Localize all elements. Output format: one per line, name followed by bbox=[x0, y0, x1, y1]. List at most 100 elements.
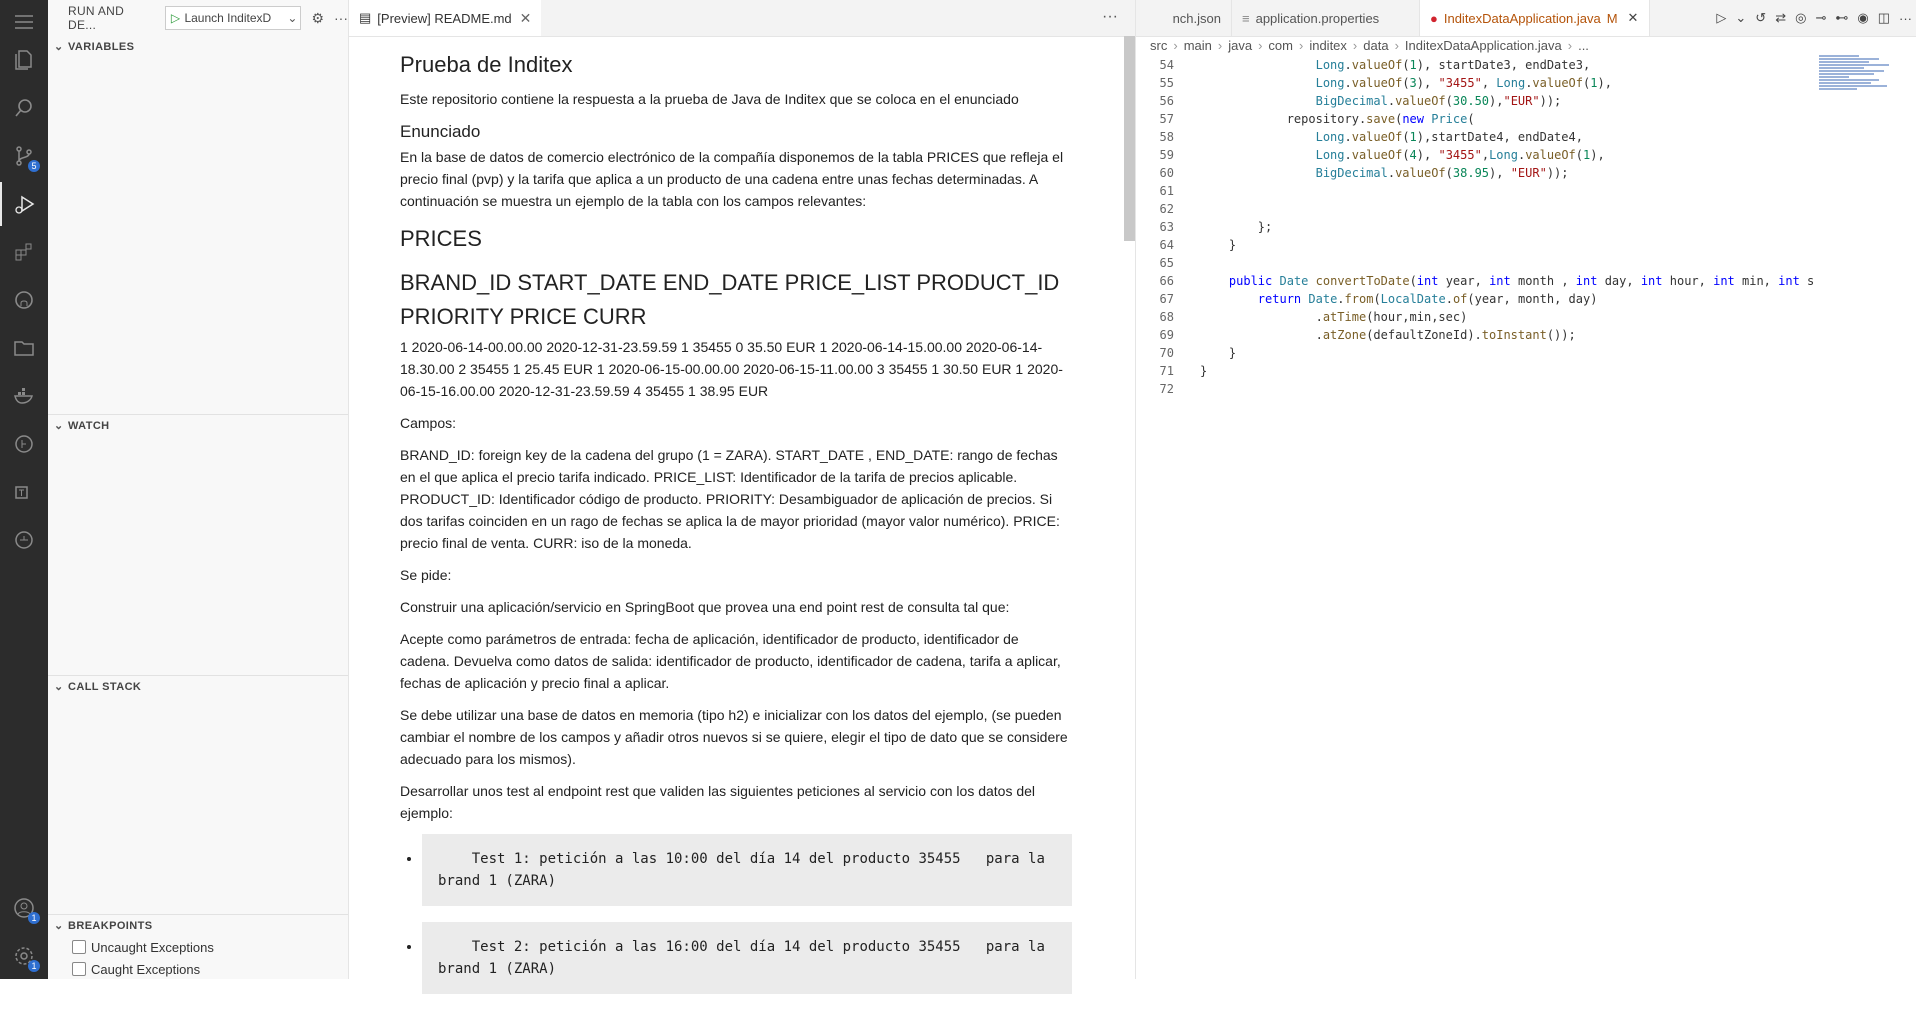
code-line[interactable]: 71} bbox=[1136, 362, 1916, 380]
code-editor-pane: nch.json ≡ application.properties ● Indi… bbox=[1136, 0, 1916, 979]
breadcrumb-separator: › bbox=[1352, 38, 1358, 53]
code-line[interactable]: 61 bbox=[1136, 182, 1916, 200]
code-line[interactable]: 60 BigDecimal.valueOf(38.95), "EUR")); bbox=[1136, 164, 1916, 182]
gear-icon[interactable]: 1 bbox=[0, 934, 48, 978]
github-icon[interactable] bbox=[0, 278, 48, 322]
source-control-icon[interactable]: 5 bbox=[0, 134, 48, 178]
play-icon[interactable]: ▷ bbox=[166, 11, 184, 25]
code-line[interactable]: 57 repository.save(new Price( bbox=[1136, 110, 1916, 128]
code-block: Test 2: petición a las 16:00 del día 14 … bbox=[422, 922, 1072, 994]
paragraph: Acepte como parámetros de entrada: fecha… bbox=[400, 631, 1061, 691]
run-icon[interactable]: ▷ bbox=[1716, 10, 1726, 26]
breadcrumb-item[interactable]: java bbox=[1228, 38, 1252, 53]
compare-icon[interactable]: ⇄ bbox=[1775, 10, 1786, 26]
code-line[interactable]: 55 Long.valueOf(3), "3455", Long.valueOf… bbox=[1136, 74, 1916, 92]
settings-badge: 1 bbox=[28, 960, 40, 972]
scrollbar[interactable] bbox=[1124, 36, 1135, 241]
checkbox[interactable] bbox=[72, 940, 86, 954]
code-line[interactable]: 70 } bbox=[1136, 344, 1916, 362]
docker-icon[interactable] bbox=[0, 374, 48, 418]
code-line[interactable]: 56 BigDecimal.valueOf(30.50),"EUR")); bbox=[1136, 92, 1916, 110]
code-line[interactable]: 63 }; bbox=[1136, 218, 1916, 236]
code-text: } bbox=[1200, 346, 1237, 360]
code-text: BigDecimal.valueOf(38.95), "EUR")); bbox=[1315, 166, 1569, 180]
git-previous-icon[interactable]: ⊸ bbox=[1815, 10, 1826, 26]
line-number: 64 bbox=[1159, 238, 1174, 252]
line-number: 57 bbox=[1159, 112, 1174, 126]
gear-icon[interactable]: ⚙ bbox=[311, 10, 324, 27]
code-line[interactable]: 69 .atZone(defaultZoneId).toInstant()); bbox=[1136, 326, 1916, 344]
close-icon[interactable]: ✕ bbox=[1628, 10, 1639, 26]
breakpoints-section-header[interactable]: ⌄ BREAKPOINTS bbox=[48, 914, 348, 936]
minimap[interactable] bbox=[1819, 54, 1894, 214]
code-line[interactable]: 67 return Date.from(LocalDate.of(year, m… bbox=[1136, 290, 1916, 308]
code-line[interactable]: 59 Long.valueOf(4), "3455",Long.valueOf(… bbox=[1136, 146, 1916, 164]
code-text: Long.valueOf(4), "3455",Long.valueOf(1), bbox=[1315, 148, 1605, 162]
chevron-down-icon: ⌄ bbox=[54, 920, 64, 932]
tab-readme-preview[interactable]: ▤ [Preview] README.md ✕ bbox=[349, 0, 542, 36]
close-icon[interactable]: ✕ bbox=[520, 10, 532, 27]
code-line[interactable]: 66 public Date convertToDate(int year, i… bbox=[1136, 272, 1916, 290]
breadcrumb-item[interactable]: ... bbox=[1578, 38, 1589, 53]
code-text: } bbox=[1200, 238, 1237, 252]
tab-launch-json[interactable]: nch.json bbox=[1136, 0, 1232, 36]
breadcrumb: src › main › java › com › inditex › data › InditexDa… bbox=[1150, 38, 1589, 53]
git-next-icon[interactable]: ⊷ bbox=[1835, 10, 1848, 26]
split-editor-icon[interactable]: ◫ bbox=[1878, 10, 1890, 26]
launch-config-name: Launch InditexD bbox=[184, 11, 272, 25]
copilot-icon[interactable]: ◉ bbox=[1857, 10, 1868, 26]
preview-icon: ▤ bbox=[359, 10, 372, 25]
code-line[interactable]: 58 Long.valueOf(1),startDate4, endDate4, bbox=[1136, 128, 1916, 146]
run-debug-icon[interactable] bbox=[0, 182, 48, 226]
launch-config-select[interactable]: ▷ Launch InditexD ⌄ bbox=[165, 6, 302, 30]
checkbox[interactable] bbox=[72, 962, 86, 976]
breadcrumb-item[interactable]: InditexDataApplication.java bbox=[1405, 38, 1562, 53]
accounts-icon[interactable]: 1 bbox=[0, 886, 48, 930]
section-heading: BRAND_ID START_DATE END_DATE PRICE_LIST … bbox=[400, 270, 1060, 329]
code-line[interactable]: 64 } bbox=[1136, 236, 1916, 254]
git-commit-icon[interactable]: ◎ bbox=[1795, 10, 1806, 26]
code-text: Long.valueOf(1), startDate3, endDate3, bbox=[1315, 58, 1591, 72]
code-line[interactable]: 68 .atTime(hour,min,sec) bbox=[1136, 308, 1916, 326]
line-number: 62 bbox=[1159, 202, 1174, 216]
code-line[interactable]: 65 bbox=[1136, 254, 1916, 272]
paragraph: BRAND_ID: foreign key de la cadena del g… bbox=[400, 447, 1060, 551]
code-line[interactable]: 62 bbox=[1136, 200, 1916, 218]
explorer-icon[interactable] bbox=[0, 38, 48, 82]
tab-application-properties[interactable]: ≡ application.properties bbox=[1232, 0, 1420, 36]
more-actions-icon[interactable]: ··· bbox=[334, 10, 348, 26]
folder-icon[interactable] bbox=[0, 326, 48, 370]
code-text: .atZone(defaultZoneId).toInstant()); bbox=[1200, 328, 1576, 342]
more-actions-icon[interactable]: ··· bbox=[1899, 11, 1912, 26]
breadcrumb-item[interactable]: data bbox=[1363, 38, 1388, 53]
breadcrumb-item[interactable]: com bbox=[1268, 38, 1293, 53]
sidebar-header: RUN AND DE... ▷ Launch InditexD ⌄ ⚙ ··· bbox=[48, 0, 348, 36]
line-number: 55 bbox=[1159, 76, 1174, 90]
breadcrumb-separator: › bbox=[1217, 38, 1223, 53]
remote-icon[interactable] bbox=[0, 518, 48, 562]
code-line[interactable]: 54 Long.valueOf(1), startDate3, endDate3… bbox=[1136, 56, 1916, 74]
line-number: 70 bbox=[1159, 346, 1174, 360]
teams-icon[interactable] bbox=[0, 470, 48, 514]
watch-section-header[interactable]: ⌄ WATCH bbox=[48, 414, 348, 436]
breadcrumb-item[interactable]: inditex bbox=[1309, 38, 1347, 53]
java-icon: ● bbox=[1430, 10, 1438, 26]
more-actions-icon[interactable]: ··· bbox=[1102, 8, 1118, 26]
tab-inditex-data-application[interactable]: ● InditexDataApplication.java M ✕ bbox=[1420, 0, 1650, 36]
breadcrumb-item[interactable]: main bbox=[1184, 38, 1212, 53]
chevron-down-icon[interactable]: ⌄ bbox=[1735, 10, 1746, 26]
call-stack-section-header[interactable]: ⌄ CALL STACK bbox=[48, 675, 348, 697]
breakpoint-item[interactable]: Caught Exceptions bbox=[72, 958, 200, 980]
chevron-down-icon[interactable]: ⌄ bbox=[284, 11, 300, 25]
extensions-icon[interactable] bbox=[0, 230, 48, 274]
history-icon[interactable]: ↺ bbox=[1755, 10, 1766, 26]
code-text: Long.valueOf(1),startDate4, endDate4, bbox=[1315, 130, 1583, 144]
line-number: 63 bbox=[1159, 220, 1174, 234]
code-text: }; bbox=[1200, 220, 1273, 234]
git-graph-icon[interactable] bbox=[0, 422, 48, 466]
breadcrumb-item[interactable]: src bbox=[1150, 38, 1167, 53]
variables-section-header[interactable]: ⌄ VARIABLES bbox=[48, 36, 348, 58]
code-line[interactable]: 72 bbox=[1136, 380, 1916, 398]
search-icon[interactable] bbox=[0, 86, 48, 130]
breakpoint-item[interactable]: Uncaught Exceptions bbox=[72, 936, 214, 958]
